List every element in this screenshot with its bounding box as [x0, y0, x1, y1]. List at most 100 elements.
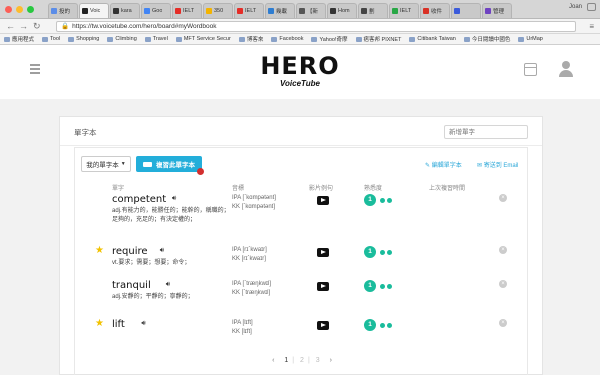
- play-video-icon[interactable]: [317, 321, 329, 330]
- browser-tab[interactable]: Voic: [79, 3, 109, 18]
- browser-tab[interactable]: IELT: [234, 3, 264, 18]
- browser-tab[interactable]: 350: [203, 3, 233, 18]
- browser-tab[interactable]: IELT: [389, 3, 419, 18]
- close-window-button[interactable]: [5, 6, 12, 13]
- phonetic-cell: IPA [ˋtræŋkwɪl] KK [ˋtræŋkwɪl]: [232, 280, 271, 298]
- add-word-input[interactable]: [444, 125, 528, 139]
- email-wordbook-link[interactable]: ✉ 寄送到 Email: [477, 160, 518, 169]
- browser-tab[interactable]: kara: [110, 3, 140, 18]
- bookmark-item[interactable]: Facebook: [271, 36, 303, 42]
- remove-word-icon[interactable]: ×: [499, 280, 507, 288]
- page-3-link[interactable]: 3: [316, 357, 320, 364]
- browser-tab[interactable]: [451, 3, 481, 18]
- tab-label: 劃: [369, 9, 375, 15]
- familiarity-dot[interactable]: [387, 323, 392, 328]
- remove-word-icon[interactable]: ×: [499, 319, 507, 327]
- ipa-text: IPA [rɪˋkwaɪr]: [232, 247, 267, 253]
- bookmark-item[interactable]: MFT Service Secur: [175, 36, 231, 42]
- speaker-icon[interactable]: 🔊︎: [172, 195, 176, 203]
- minimize-window-button[interactable]: [16, 6, 23, 13]
- word-text[interactable]: lift: [112, 319, 125, 331]
- word-text[interactable]: tranquil: [112, 280, 151, 292]
- folder-icon: [518, 36, 525, 42]
- bookmark-item[interactable]: Travel: [144, 36, 168, 42]
- zoom-window-button[interactable]: [27, 6, 34, 13]
- bookmark-item[interactable]: Climbing: [107, 36, 137, 42]
- browser-tab[interactable]: Goo: [141, 3, 171, 18]
- speaker-icon[interactable]: 🔊︎: [141, 320, 145, 328]
- play-video-icon[interactable]: [317, 196, 329, 205]
- tab-favicon-icon: [330, 8, 336, 14]
- bookmark-item[interactable]: 應用程式: [4, 35, 34, 43]
- browser-tab[interactable]: Hom: [327, 3, 357, 18]
- word-text[interactable]: require: [112, 246, 148, 258]
- browser-menu-icon[interactable]: ≡: [589, 22, 594, 31]
- folder-icon: [42, 36, 49, 42]
- speaker-icon[interactable]: 🔊︎: [160, 247, 164, 255]
- familiarity-dot[interactable]: [387, 198, 392, 203]
- play-video-icon[interactable]: [317, 248, 329, 257]
- word-definition: vt.要求；需要；想要；命令；: [112, 260, 191, 266]
- bookmarks-bar: 應用程式 Tool Shopping Climbing Travel MFT Servic…: [0, 34, 600, 45]
- bookmark-item[interactable]: Citibank Taiwan: [409, 36, 456, 42]
- familiarity-dot[interactable]: [387, 250, 392, 255]
- browser-tab[interactable]: IELT: [172, 3, 202, 18]
- browser-tab-bar: 投的 Voic kara Goo IELT 350 IELT 幾載 【新 Hom 劃 IELT 收件 管理…: [0, 0, 600, 19]
- profile-name[interactable]: Joan: [569, 4, 582, 10]
- folder-icon: [355, 36, 362, 42]
- star-icon[interactable]: ★: [95, 246, 104, 256]
- review-wordbook-button[interactable]: 複習此單字本: [136, 156, 202, 172]
- bookmark-label: Citibank Taiwan: [417, 36, 456, 42]
- remove-word-icon[interactable]: ×: [499, 246, 507, 254]
- reload-icon[interactable]: ↻: [33, 21, 41, 31]
- browser-tab[interactable]: 【新: [296, 3, 326, 18]
- familiarity-dot[interactable]: [380, 198, 385, 203]
- fullscreen-icon[interactable]: [587, 3, 596, 11]
- page-2-link[interactable]: 2: [300, 357, 304, 364]
- folder-icon: [409, 36, 416, 42]
- word-text[interactable]: competent: [112, 194, 166, 206]
- bookmark-item[interactable]: UrMap: [518, 36, 543, 42]
- browser-tab[interactable]: 投的: [48, 3, 78, 18]
- phonetic-cell: IPA [ˋkɑmpətənt] KK [ˋkɑmpətənt]: [232, 194, 276, 212]
- star-icon[interactable]: ★: [95, 319, 104, 329]
- familiarity-badge[interactable]: 1: [364, 280, 376, 292]
- column-header-last-review: 上次複習時間: [429, 186, 466, 192]
- play-video-icon[interactable]: [317, 282, 329, 291]
- browser-tab[interactable]: 幾載: [265, 3, 295, 18]
- page-1-link[interactable]: 1: [284, 357, 288, 364]
- forward-icon[interactable]: →: [19, 21, 28, 31]
- speaker-icon[interactable]: 🔊︎: [166, 281, 170, 289]
- bookmark-item[interactable]: Yahoo!奇摩: [311, 35, 348, 43]
- bookmark-label: MFT Service Secur: [183, 36, 231, 42]
- familiarity-badge[interactable]: 1: [364, 319, 376, 331]
- phonetic-cell: IPA [lɪft] KK [lɪft]: [232, 319, 253, 337]
- familiarity-dot[interactable]: [380, 250, 385, 255]
- browser-tab[interactable]: 管理: [482, 3, 512, 18]
- familiarity-badge[interactable]: 1: [364, 194, 376, 206]
- bookmark-item[interactable]: 痞客邦 PIXNET: [355, 35, 401, 43]
- remove-word-icon[interactable]: ×: [499, 194, 507, 202]
- window-controls: [5, 6, 34, 13]
- url-input[interactable]: 🔒 https://tw.voicetube.com/hero/board#myW…: [56, 21, 576, 32]
- wordbook-select-dropdown[interactable]: 我的單字本 ▼: [81, 156, 131, 172]
- familiarity-dot[interactable]: [380, 323, 385, 328]
- bookmark-item[interactable]: 博客來: [238, 35, 263, 43]
- browser-tab[interactable]: 收件: [420, 3, 450, 18]
- bookmark-label: Shopping: [76, 36, 100, 42]
- calendar-icon[interactable]: [524, 63, 537, 76]
- next-page-button[interactable]: ›: [330, 357, 332, 364]
- familiarity-badge[interactable]: 1: [364, 246, 376, 258]
- wordbook-content: 我的單字本 ▼ 複習此單字本 ✎ 編輯單字本 ✉ 寄送到 Email 單字 音標 …: [74, 147, 528, 375]
- browser-tab[interactable]: 劃: [358, 3, 388, 18]
- user-avatar-icon[interactable]: [559, 61, 573, 77]
- bookmark-item[interactable]: 今日閱讀中國色: [463, 35, 510, 43]
- back-icon[interactable]: ←: [6, 21, 15, 31]
- familiarity-dot[interactable]: [387, 284, 392, 289]
- edit-wordbook-link[interactable]: ✎ 編輯單字本: [425, 160, 462, 169]
- bookmark-item[interactable]: Shopping: [68, 36, 99, 42]
- familiarity-dot[interactable]: [380, 284, 385, 289]
- bookmark-item[interactable]: Tool: [42, 36, 60, 42]
- prev-page-button[interactable]: ‹: [272, 357, 274, 364]
- hero-logo[interactable]: HERO: [0, 53, 600, 79]
